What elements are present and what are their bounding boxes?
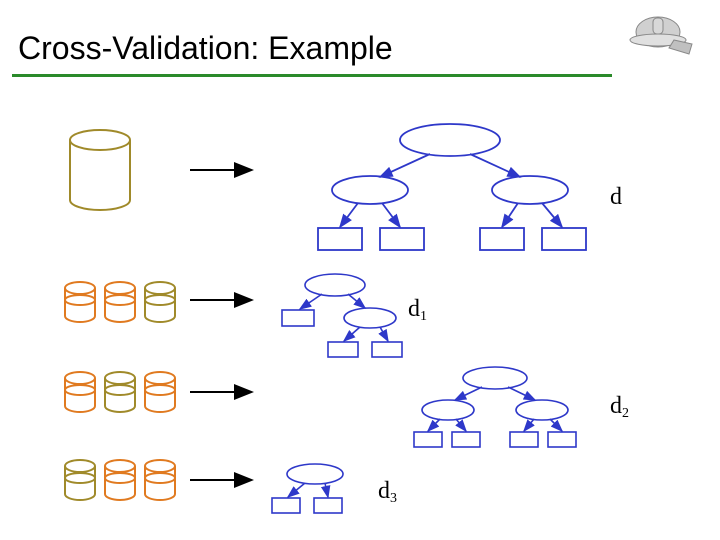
cylinder-large: [70, 130, 130, 210]
cylinder-small: [145, 460, 175, 500]
diagram-canvas: [0, 0, 720, 540]
tree-d3: [272, 464, 343, 513]
tree-d1: [282, 274, 402, 357]
row4: [65, 460, 343, 513]
row1: [70, 124, 586, 250]
cylinder-small: [65, 282, 95, 322]
cylinder-small: [145, 372, 175, 412]
row2: [65, 274, 402, 357]
cylinder-small: [105, 460, 135, 500]
cylinder-small: [105, 282, 135, 322]
tree-d2: [414, 367, 576, 447]
cylinder-small: [65, 460, 95, 500]
row3: [65, 367, 576, 447]
cylinder-small: [145, 282, 175, 322]
cylinder-small: [105, 372, 135, 412]
tree-large: [318, 124, 586, 250]
cylinder-small: [65, 372, 95, 412]
